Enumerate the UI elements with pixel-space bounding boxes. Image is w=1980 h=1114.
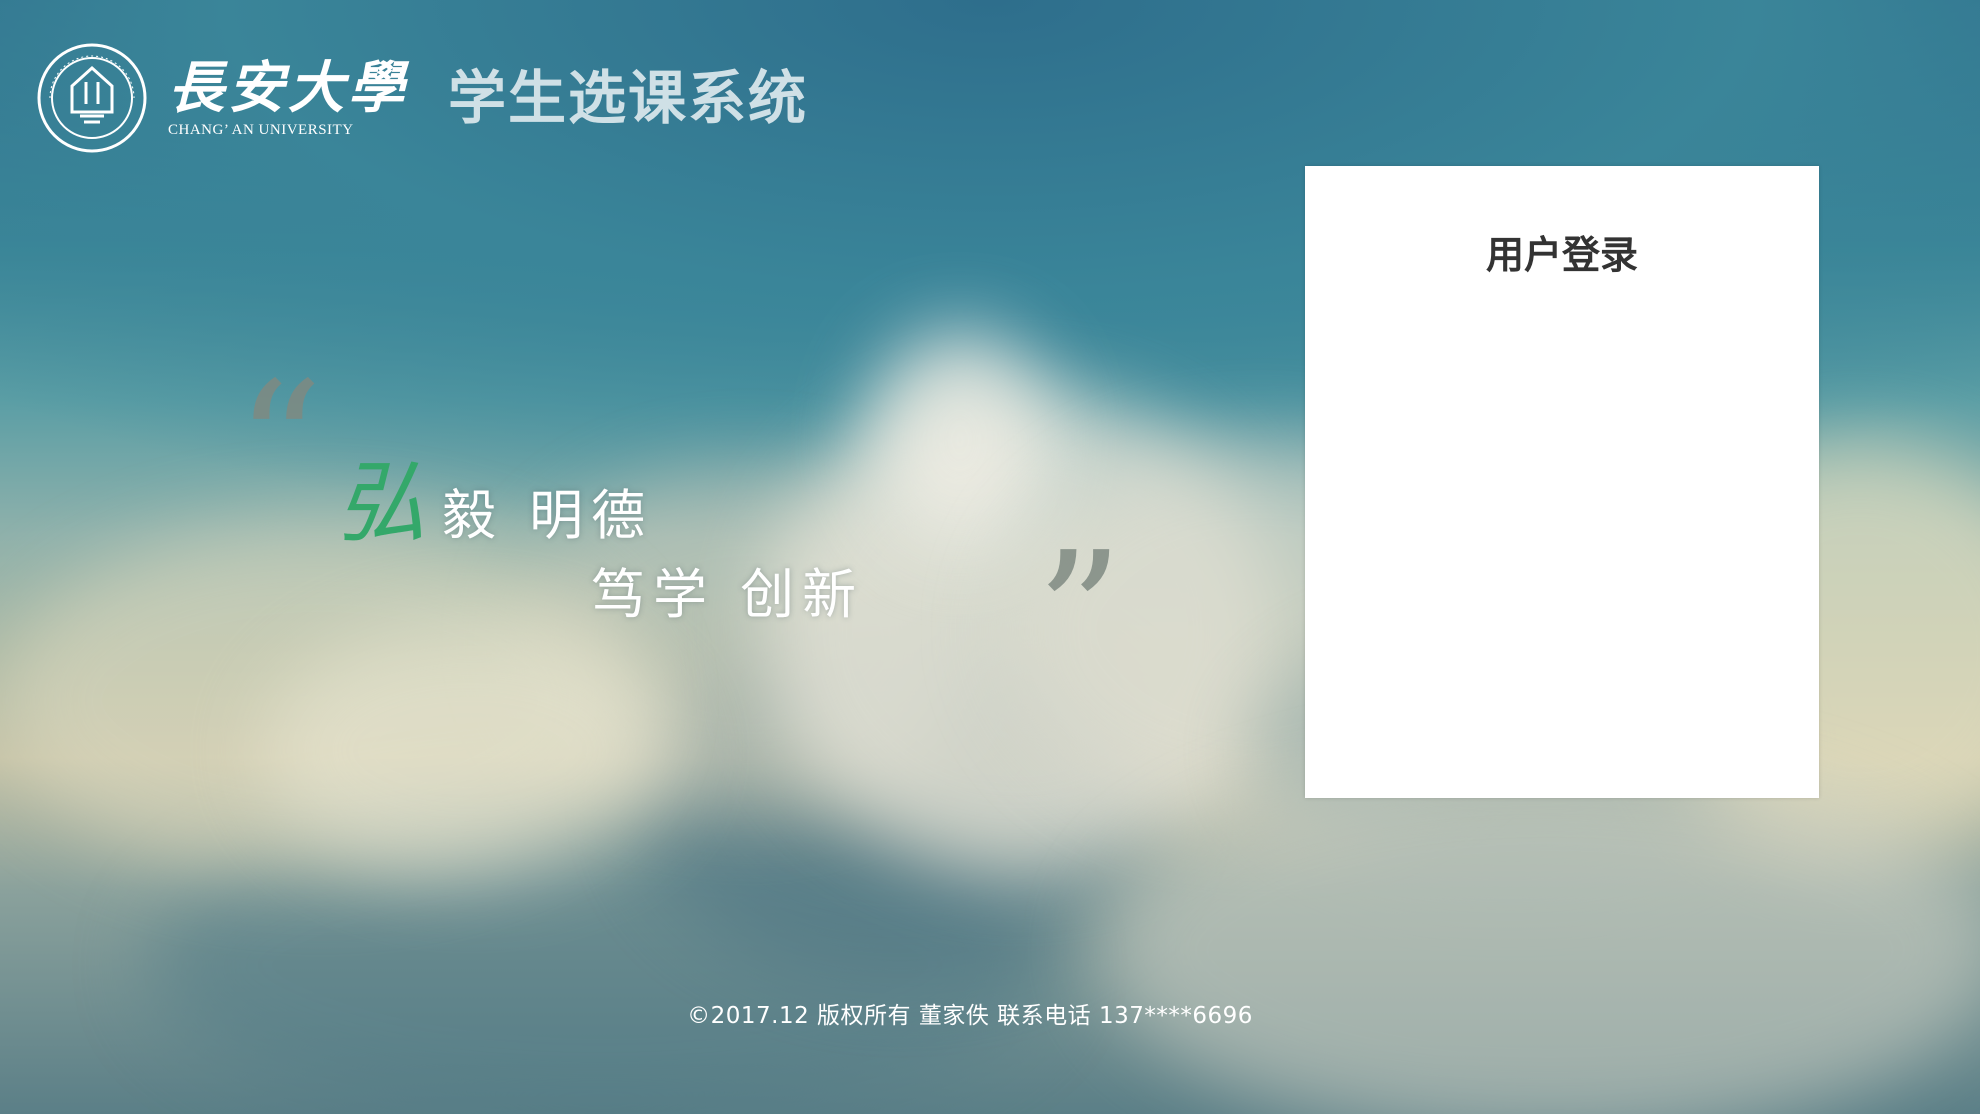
login-title: 用户登录 (1485, 233, 1638, 277)
motto-highlight-char: 弘 (336, 451, 426, 556)
motto-slogan: “ 弘 毅 明德 笃学 创新 ” (236, 360, 1156, 700)
close-quote-mark: ” (1036, 516, 1123, 714)
motto-line-2: 笃学 创新 (591, 563, 865, 626)
university-emblem-icon (37, 43, 147, 152)
motto-line-1: 弘 毅 明德 (336, 430, 653, 560)
footer-copyright: ©2017.12 版权所有 董家佚 联系电话 137****6696 (687, 1003, 1253, 1029)
university-name-block: 長安大學 CHANG’ AN UNIVERSITY (168, 56, 408, 139)
university-name-cn: 長安大學 (168, 55, 408, 121)
header: 長安大學 CHANG’ AN UNIVERSITY 学生选课系统 (36, 40, 808, 155)
login-panel: 用户登录 (1305, 166, 1819, 798)
system-title: 学生选课系统 (448, 63, 809, 132)
footer: ©2017.12 版权所有 董家佚 联系电话 137****6696 (0, 996, 1980, 1030)
motto-line-1-text: 毅 明德 (442, 484, 654, 547)
open-quote-mark: “ (236, 346, 323, 544)
university-name-en: CHANG’ AN UNIVERSITY (168, 122, 354, 138)
